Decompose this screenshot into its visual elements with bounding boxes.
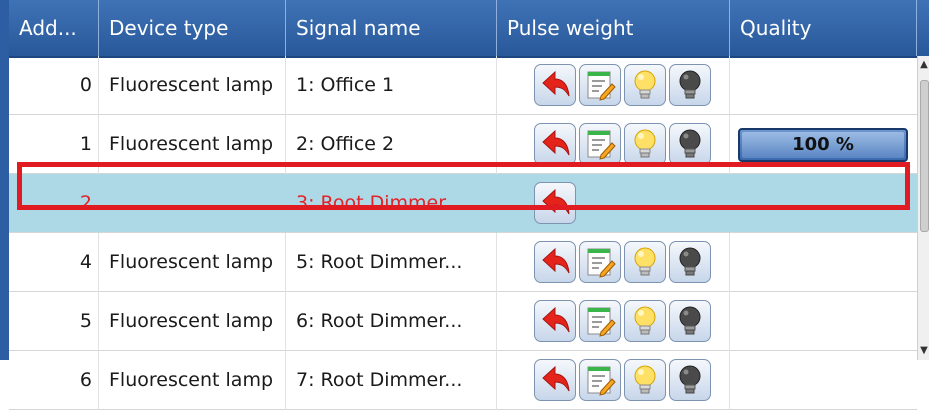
- pulse-weight-cell: [497, 233, 730, 292]
- edit-note-button[interactable]: [579, 300, 621, 342]
- undo-arrow-button[interactable]: [534, 359, 576, 401]
- undo-arrow-button[interactable]: [534, 64, 576, 106]
- scroll-down-icon[interactable]: ▼: [919, 344, 929, 358]
- column-header-pulse-weight[interactable]: Pulse weight: [497, 0, 730, 56]
- table-row[interactable]: 0 Fluorescent lamp 1: Office 1: [9, 56, 917, 115]
- signal-name-cell: 6: Root Dimmer...: [286, 292, 497, 351]
- pulse-weight-cell: [497, 292, 730, 351]
- bulb-off-button[interactable]: [669, 64, 711, 106]
- table-row[interactable]: 4 Fluorescent lamp 5: Root Dimmer...: [9, 233, 917, 292]
- column-header-quality[interactable]: Quality: [730, 0, 917, 56]
- bulb-on-button[interactable]: [624, 241, 666, 283]
- quality-value: 100 %: [792, 134, 854, 155]
- edit-note-button[interactable]: [579, 123, 621, 165]
- edit-note-button[interactable]: [579, 359, 621, 401]
- bulb-on-button[interactable]: [624, 300, 666, 342]
- bulb-off-button[interactable]: [669, 300, 711, 342]
- quality-progress-bar: 100 %: [738, 128, 908, 162]
- column-header-signal-name[interactable]: Signal name: [286, 0, 497, 56]
- vertical-scrollbar[interactable]: ▲ ▼: [917, 56, 929, 360]
- bulb-off-button[interactable]: [669, 241, 711, 283]
- bulb-on-button[interactable]: [624, 123, 666, 165]
- device-type-cell: Fluorescent lamp: [99, 56, 286, 115]
- edit-note-button[interactable]: [579, 64, 621, 106]
- scroll-up-icon[interactable]: ▲: [919, 58, 929, 72]
- bulb-on-button[interactable]: [624, 64, 666, 106]
- device-type-cell: Fluorescent lamp: [99, 233, 286, 292]
- undo-arrow-button[interactable]: [534, 123, 576, 165]
- device-type-cell: Fluorescent lamp: [99, 292, 286, 351]
- highlight-box: [17, 162, 910, 210]
- grid-header: Add... Device type Signal name Pulse wei…: [0, 0, 929, 58]
- signal-name-cell: 5: Root Dimmer...: [286, 233, 497, 292]
- address-cell: 0: [9, 56, 99, 115]
- device-grid: Add... Device type Signal name Pulse wei…: [0, 0, 929, 410]
- address-cell: 4: [9, 233, 99, 292]
- table-row[interactable]: 5 Fluorescent lamp 6: Root Dimmer...: [9, 292, 917, 351]
- bulb-off-button[interactable]: [669, 359, 711, 401]
- edit-note-button[interactable]: [579, 241, 621, 283]
- undo-arrow-button[interactable]: [534, 241, 576, 283]
- bulb-on-button[interactable]: [624, 359, 666, 401]
- grid-left-edge: [0, 0, 9, 360]
- pulse-weight-cell: [497, 56, 730, 115]
- address-cell: 5: [9, 292, 99, 351]
- quality-cell: [730, 56, 917, 115]
- quality-cell: [730, 292, 917, 351]
- bulb-off-button[interactable]: [669, 123, 711, 165]
- column-header-device-type[interactable]: Device type: [99, 0, 286, 56]
- quality-cell: [730, 233, 917, 292]
- column-header-address[interactable]: Add...: [9, 0, 99, 56]
- signal-name-cell: 1: Office 1: [286, 56, 497, 115]
- undo-arrow-button[interactable]: [534, 300, 576, 342]
- scrollbar-thumb[interactable]: [920, 80, 929, 232]
